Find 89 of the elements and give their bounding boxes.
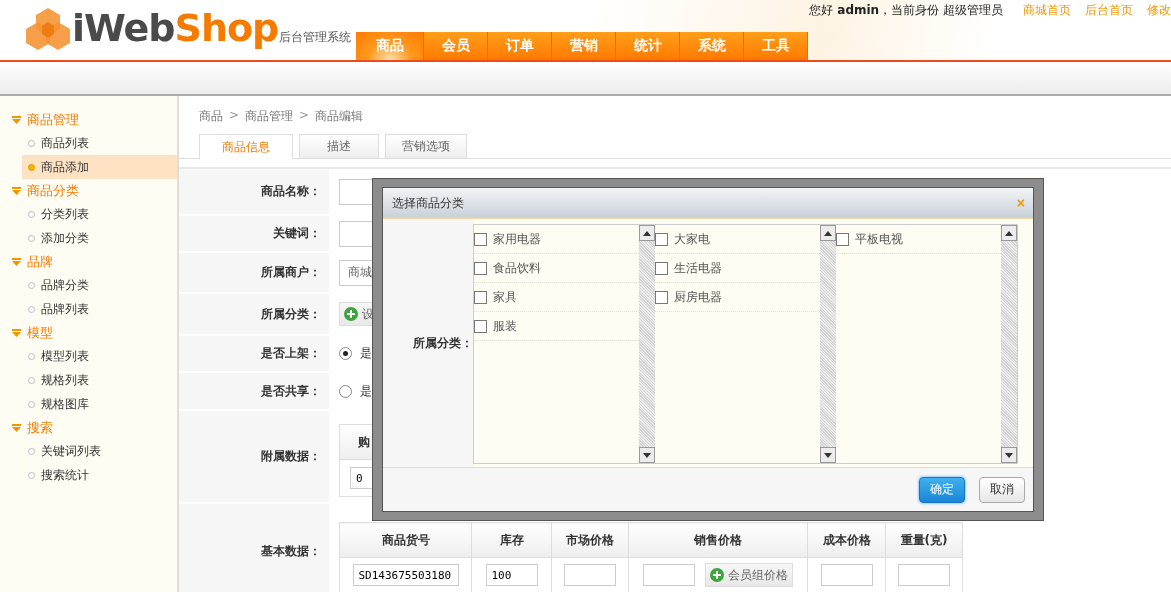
category-label[interactable]: 家用电器 (493, 230, 541, 248)
checkbox[interactable] (474, 290, 487, 304)
collapse-arrow-icon (12, 115, 21, 124)
breadcrumb-item[interactable]: 商品 (199, 108, 223, 128)
table-header-cell: 市场价格 (551, 522, 629, 558)
scroll-up-button[interactable] (639, 225, 655, 241)
scroll-up-button[interactable] (820, 225, 836, 241)
plus-icon (709, 568, 724, 582)
checkbox[interactable] (655, 290, 668, 304)
down-arrow-icon (824, 452, 832, 458)
dialog-title: 选择商品分类 (392, 194, 464, 212)
sidebar-item[interactable]: 添加分类 (0, 226, 177, 250)
category-label[interactable]: 服装 (493, 317, 517, 335)
collapse-arrow-icon (12, 423, 21, 432)
up-arrow-icon (1005, 230, 1013, 236)
breadcrumb-item: 商品编辑 (315, 108, 364, 125)
field-label: 关键词： (273, 225, 321, 242)
scrollbar[interactable] (820, 225, 836, 463)
table-header-cell: 库存 (471, 522, 552, 558)
checkbox[interactable] (836, 232, 849, 246)
tab[interactable]: 营销选项 (385, 134, 467, 158)
plus-icon (344, 307, 358, 321)
sidebar-item[interactable]: 商品列表 (0, 131, 177, 155)
input-field[interactable] (564, 564, 616, 586)
breadcrumb-separator: > (299, 108, 310, 124)
table-header-cell: 重量(克) (885, 522, 963, 558)
scroll-down-button[interactable] (1001, 447, 1017, 463)
radio-label: 是 (360, 382, 372, 400)
input-field[interactable] (820, 564, 873, 586)
input-field[interactable]: 100 (485, 564, 538, 586)
input-field[interactable] (643, 564, 696, 586)
sidebar-item[interactable]: 品牌列表 (0, 297, 177, 321)
field-label: 所属分类： (261, 305, 321, 323)
scroll-up-button[interactable] (1001, 225, 1017, 241)
category-label[interactable]: 食品饮料 (493, 259, 541, 277)
checkbox[interactable] (474, 319, 487, 333)
breadcrumb-separator: > (229, 108, 240, 124)
category-label[interactable]: 大家电 (674, 230, 710, 248)
field-label: 所属分类： (413, 334, 473, 352)
input-field[interactable]: SD143675503180 (352, 564, 459, 586)
down-arrow-icon (1005, 452, 1013, 458)
sidebar-item[interactable]: 规格列表 (0, 368, 177, 392)
checkbox[interactable] (474, 261, 487, 275)
sidebar-item[interactable]: 商品添加 (22, 155, 177, 179)
field-label: 附属数据： (261, 448, 321, 465)
category-label[interactable]: 厨房电器 (674, 288, 722, 306)
table-header-cell: 商品货号 (339, 522, 472, 558)
category-label[interactable]: 家具 (493, 288, 517, 306)
greeting-text: 您好 admin，当前身份 超级管理员 (809, 2, 1003, 19)
sidebar-item[interactable]: 关键词列表 (0, 439, 177, 463)
down-arrow-icon (643, 452, 651, 458)
scroll-down-button[interactable] (639, 447, 655, 463)
field-label: 基本数据： (261, 543, 321, 560)
category-label[interactable]: 生活电器 (674, 259, 722, 277)
cancel-button[interactable]: 取消 (979, 476, 1025, 503)
collapse-arrow-icon (12, 328, 21, 337)
collapse-arrow-icon (12, 257, 21, 266)
radio-button[interactable] (339, 347, 352, 360)
scrollbar[interactable] (639, 225, 655, 463)
sidebar-item[interactable]: 品牌分类 (0, 273, 177, 297)
sidebar-item[interactable]: 规格图库 (0, 392, 177, 416)
category-label[interactable]: 平板电视 (855, 230, 903, 248)
logo-subtitle: 后台管理系统 (279, 29, 352, 46)
checkbox[interactable] (474, 232, 487, 246)
breadcrumb-item[interactable]: 商品管理 (245, 108, 294, 128)
collapse-arrow-icon (12, 186, 21, 195)
logo-icon (24, 6, 72, 50)
tab[interactable]: 描述 (299, 134, 379, 158)
sidebar-item[interactable]: 分类列表 (0, 202, 177, 226)
scroll-down-button[interactable] (820, 447, 836, 463)
checkbox[interactable] (655, 261, 668, 275)
table-header-cell: 销售价格 (628, 522, 808, 558)
up-arrow-icon (643, 230, 651, 236)
sidebar-item[interactable]: 模型列表 (0, 344, 177, 368)
logo-wordmark: iWebShop (72, 6, 279, 50)
radio-button[interactable] (339, 384, 352, 398)
field-label: 商品名称： (261, 183, 321, 200)
scrollbar[interactable] (1001, 225, 1017, 463)
table-header-cell: 成本价格 (807, 522, 886, 558)
member-price-button[interactable]: 会员组价格 (704, 563, 793, 587)
checkbox[interactable] (655, 232, 668, 246)
field-label: 是否上架： (261, 345, 321, 362)
radio-label: 是 (360, 345, 372, 362)
sidebar-item[interactable]: 搜索统计 (0, 463, 177, 487)
input-field[interactable] (898, 564, 950, 586)
field-label: 所属商户： (261, 264, 321, 281)
up-arrow-icon (824, 230, 832, 236)
field-label: 是否共享： (261, 382, 321, 400)
confirm-button[interactable]: 确定 (919, 476, 965, 503)
